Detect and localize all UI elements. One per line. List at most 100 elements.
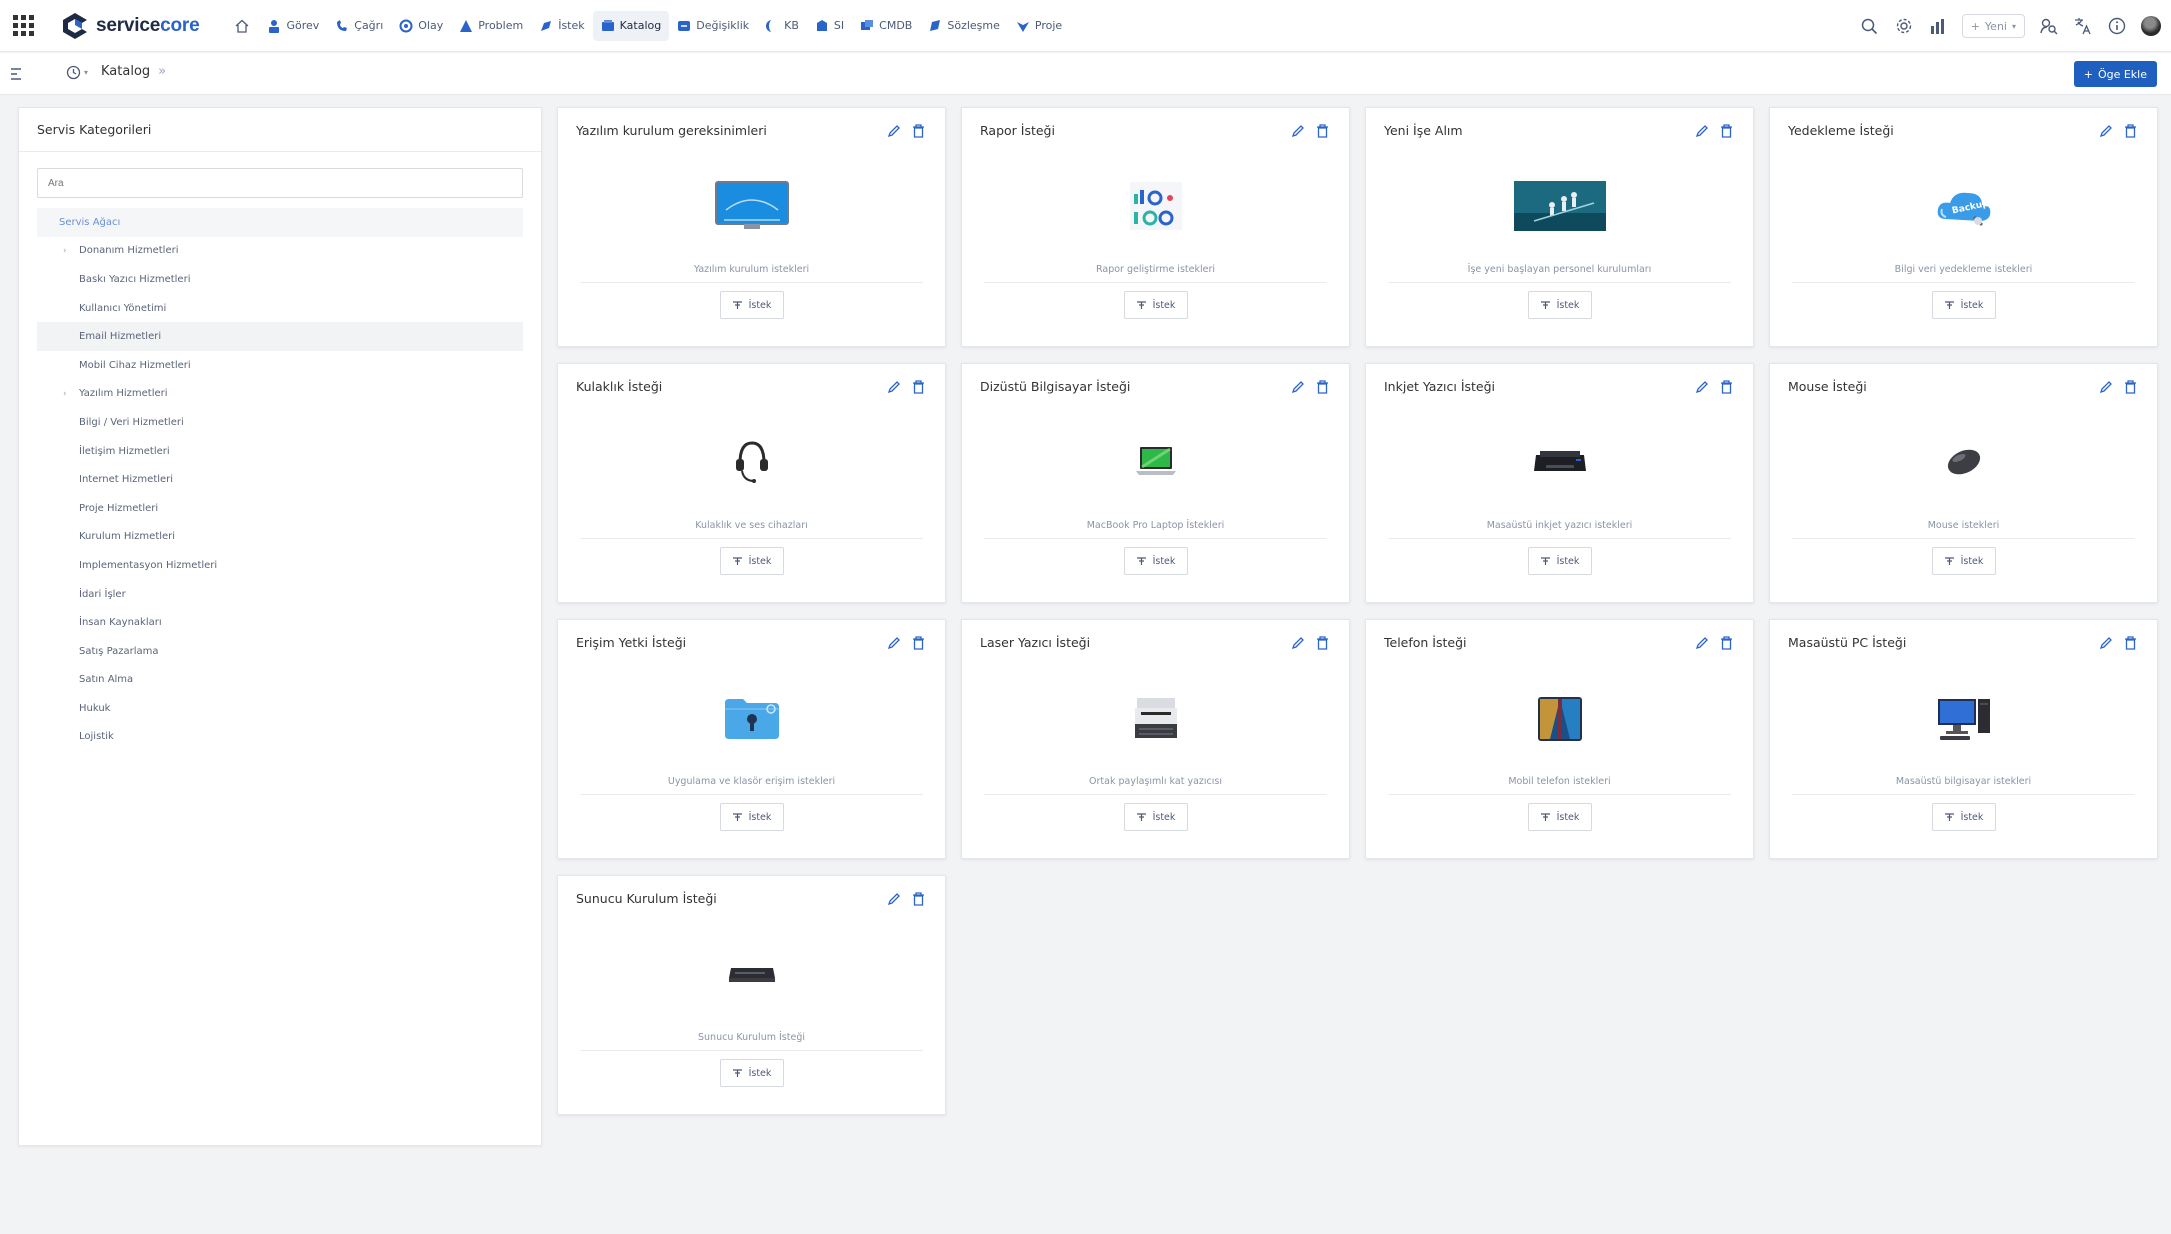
reports-button[interactable] [1928,16,1948,36]
request-button[interactable]: İstek [719,547,784,575]
request-button[interactable]: İstek [1123,803,1188,831]
nav-item-degisiklik[interactable]: Değişiklik [669,11,757,41]
edit-icon[interactable] [1695,124,1709,138]
nav-item-label: Problem [478,19,524,32]
edit-icon[interactable] [2099,124,2113,138]
change-icon [678,20,691,31]
breadcrumb-current[interactable]: Katalog [101,64,150,79]
edit-icon[interactable] [2099,380,2113,394]
trash-icon[interactable] [1316,124,1329,138]
user-search-button[interactable] [2039,16,2059,36]
tree-item-label: Bilgi / Veri Hizmetleri [79,416,184,428]
nav-item-gorev[interactable]: Görev [259,11,327,41]
new-dropdown-button[interactable]: + Yeni ▾ [1961,14,2025,38]
double-chevron-right-icon[interactable]: » [158,64,166,79]
tree-item[interactable]: Satış Pazarlama [37,637,523,666]
request-button[interactable]: İstek [1123,547,1188,575]
nav-item-istek[interactable]: İstek [531,11,592,41]
request-button[interactable]: İstek [1527,291,1592,319]
nav-item-olay[interactable]: Olay [391,11,451,41]
edit-icon[interactable] [1291,636,1305,650]
tree-item[interactable]: Bilgi / Veri Hizmetleri [37,408,523,437]
trash-icon[interactable] [912,892,925,906]
tree-item[interactable]: Mobil Cihaz Hizmetleri [37,351,523,380]
panel-title: Servis Kategorileri [19,108,541,152]
tree-item[interactable]: Hukuk [37,694,523,723]
tree-root[interactable]: Servis Ağacı [37,208,523,237]
card-divider [580,1050,923,1051]
info-button[interactable] [2107,16,2127,36]
search-button[interactable] [1860,16,1880,36]
add-item-button[interactable]: + Öge Ekle [2073,61,2157,87]
request-button[interactable]: İstek [1931,547,1996,575]
tree-item-label: Lojistik [79,731,114,743]
tree-item[interactable]: Lojistik [37,723,523,752]
user-avatar[interactable] [2141,16,2161,36]
tree-item[interactable]: Baskı Yazıcı Hizmetleri [37,265,523,294]
home-button[interactable] [225,11,259,41]
request-button[interactable]: İstek [719,1059,784,1087]
settings-button[interactable] [1894,16,1914,36]
trash-icon[interactable] [1720,380,1733,394]
trash-icon[interactable] [912,636,925,650]
edit-icon[interactable] [2099,636,2113,650]
chevron-right-icon[interactable]: › [63,246,67,256]
card-description: Ortak paylaşımlı kat yazıcısı [1089,776,1222,787]
trash-icon[interactable] [912,124,925,138]
nav-item-problem[interactable]: Problem [451,11,531,41]
trash-icon[interactable] [1720,124,1733,138]
chevron-right-icon[interactable]: › [63,389,67,399]
tree-item[interactable]: İletişim Hizmetleri [37,437,523,466]
history-button[interactable]: ▾ [66,65,88,80]
category-search-input[interactable] [37,168,523,198]
translate-icon [2075,18,2091,35]
tree-item-selected[interactable]: Email Hizmetleri [37,322,523,351]
apps-menu-button[interactable] [0,0,46,52]
trash-icon[interactable] [912,380,925,394]
nav-item-katalog[interactable]: Katalog [592,10,670,41]
request-button[interactable]: İstek [1931,803,1996,831]
trash-icon[interactable] [2124,636,2137,650]
request-button[interactable]: İstek [719,291,784,319]
nav-item-cmdb[interactable]: CMDB [852,11,920,41]
nav-item-proje[interactable]: Proje [1008,11,1070,41]
card-title: Inkjet Yazıcı İsteği [1384,379,1496,394]
edit-icon[interactable] [887,380,901,394]
edit-icon[interactable] [887,892,901,906]
tree-item[interactable]: Implementasyon Hizmetleri [37,551,523,580]
request-button[interactable]: İstek [719,803,784,831]
tree-item[interactable]: Kurulum Hizmetleri [37,523,523,552]
edit-icon[interactable] [1291,124,1305,138]
sidebar-toggle-icon[interactable] [10,67,22,81]
nav-item-kb[interactable]: KB [757,11,807,41]
edit-icon[interactable] [887,636,901,650]
request-button[interactable]: İstek [1527,547,1592,575]
trash-icon[interactable] [1316,636,1329,650]
edit-icon[interactable] [1695,636,1709,650]
edit-icon[interactable] [1695,380,1709,394]
new-label: Yeni [1984,19,2007,33]
trash-icon[interactable] [2124,380,2137,394]
edit-icon[interactable] [887,124,901,138]
tree-item[interactable]: İdari İşler [37,580,523,609]
tree-item[interactable]: › Yazılım Hizmetleri [37,380,523,409]
request-button[interactable]: İstek [1931,291,1996,319]
tree-item[interactable]: Satın Alma [37,666,523,695]
card-divider [580,538,923,539]
trash-icon[interactable] [1720,636,1733,650]
trash-icon[interactable] [1316,380,1329,394]
tree-item[interactable]: Internet Hizmetleri [37,465,523,494]
app-logo[interactable]: servicecore [60,11,200,41]
nav-item-cagri[interactable]: Çağrı [327,11,391,41]
tree-item[interactable]: Kullanıcı Yönetimi [37,294,523,323]
nav-item-si[interactable]: SI [807,11,852,41]
edit-icon[interactable] [1291,380,1305,394]
request-button[interactable]: İstek [1527,803,1592,831]
request-button[interactable]: İstek [1123,291,1188,319]
tree-item[interactable]: İnsan Kaynakları [37,608,523,637]
tree-item[interactable]: Proje Hizmetleri [37,494,523,523]
trash-icon[interactable] [2124,124,2137,138]
nav-item-sozlesme[interactable]: Sözleşme [920,11,1008,41]
tree-item[interactable]: › Donanım Hizmetleri [37,237,523,266]
language-button[interactable] [2073,16,2093,36]
